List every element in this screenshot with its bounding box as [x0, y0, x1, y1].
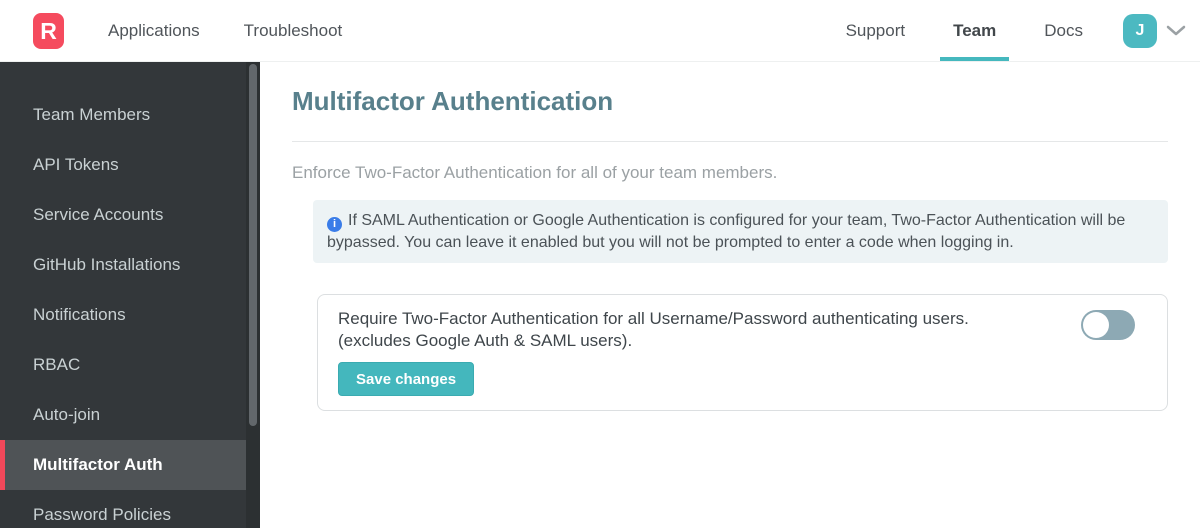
page-subtitle: Enforce Two-Factor Authentication for al… — [292, 163, 778, 182]
rollbar-logo[interactable]: R — [33, 13, 64, 49]
sidebar-item-team-members[interactable]: Team Members — [0, 90, 246, 140]
sidebar-item-multifactor-auth[interactable]: Multifactor Auth — [0, 440, 246, 490]
nav-support[interactable]: Support — [822, 0, 930, 61]
sidebar-item-api-tokens[interactable]: API Tokens — [0, 140, 246, 190]
sidebar-item-rbac[interactable]: RBAC — [0, 340, 246, 390]
info-icon: i — [327, 217, 342, 232]
title-divider — [292, 141, 1168, 142]
sidebar-item-notifications[interactable]: Notifications — [0, 290, 246, 340]
main-content: Multifactor Authentication Enforce Two-F… — [260, 62, 1200, 528]
setting-label-line2: (excludes Google Auth & SAML users). — [338, 330, 633, 350]
sidebar-item-service-accounts[interactable]: Service Accounts — [0, 190, 246, 240]
chevron-down-icon[interactable] — [1166, 25, 1186, 36]
settings-sidebar: Team Members API Tokens Service Accounts… — [0, 62, 260, 528]
nav-applications[interactable]: Applications — [86, 0, 222, 61]
page-title: Multifactor Authentication — [292, 86, 614, 116]
avatar[interactable]: J — [1123, 13, 1157, 48]
nav-team[interactable]: Team — [929, 0, 1020, 61]
sidebar-item-password-policies[interactable]: Password Policies — [0, 490, 246, 528]
sidebar-scrollbar-thumb[interactable] — [249, 64, 257, 426]
setting-label-line1: Require Two-Factor Authentication for al… — [338, 309, 969, 328]
sidebar-item-github-installations[interactable]: GitHub Installations — [0, 240, 246, 290]
toggle-knob — [1083, 312, 1109, 338]
nav-docs[interactable]: Docs — [1020, 0, 1107, 61]
two-factor-toggle[interactable] — [1081, 310, 1135, 340]
two-factor-setting-card: Require Two-Factor Authentication for al… — [317, 294, 1168, 411]
nav-troubleshoot[interactable]: Troubleshoot — [222, 0, 365, 61]
sidebar-menu: Team Members API Tokens Service Accounts… — [0, 62, 260, 528]
primary-nav: Applications Troubleshoot — [86, 0, 364, 61]
info-banner: i If SAML Authentication or Google Authen… — [313, 200, 1168, 263]
sidebar-item-auto-join[interactable]: Auto-join — [0, 390, 246, 440]
top-navbar: R Applications Troubleshoot Support Team… — [0, 0, 1200, 62]
secondary-nav: Support Team Docs J — [822, 0, 1186, 61]
info-banner-text: If SAML Authentication or Google Authent… — [327, 212, 1126, 251]
save-changes-button[interactable]: Save changes — [338, 362, 475, 396]
setting-label: Require Two-Factor Authentication for al… — [338, 308, 1078, 351]
